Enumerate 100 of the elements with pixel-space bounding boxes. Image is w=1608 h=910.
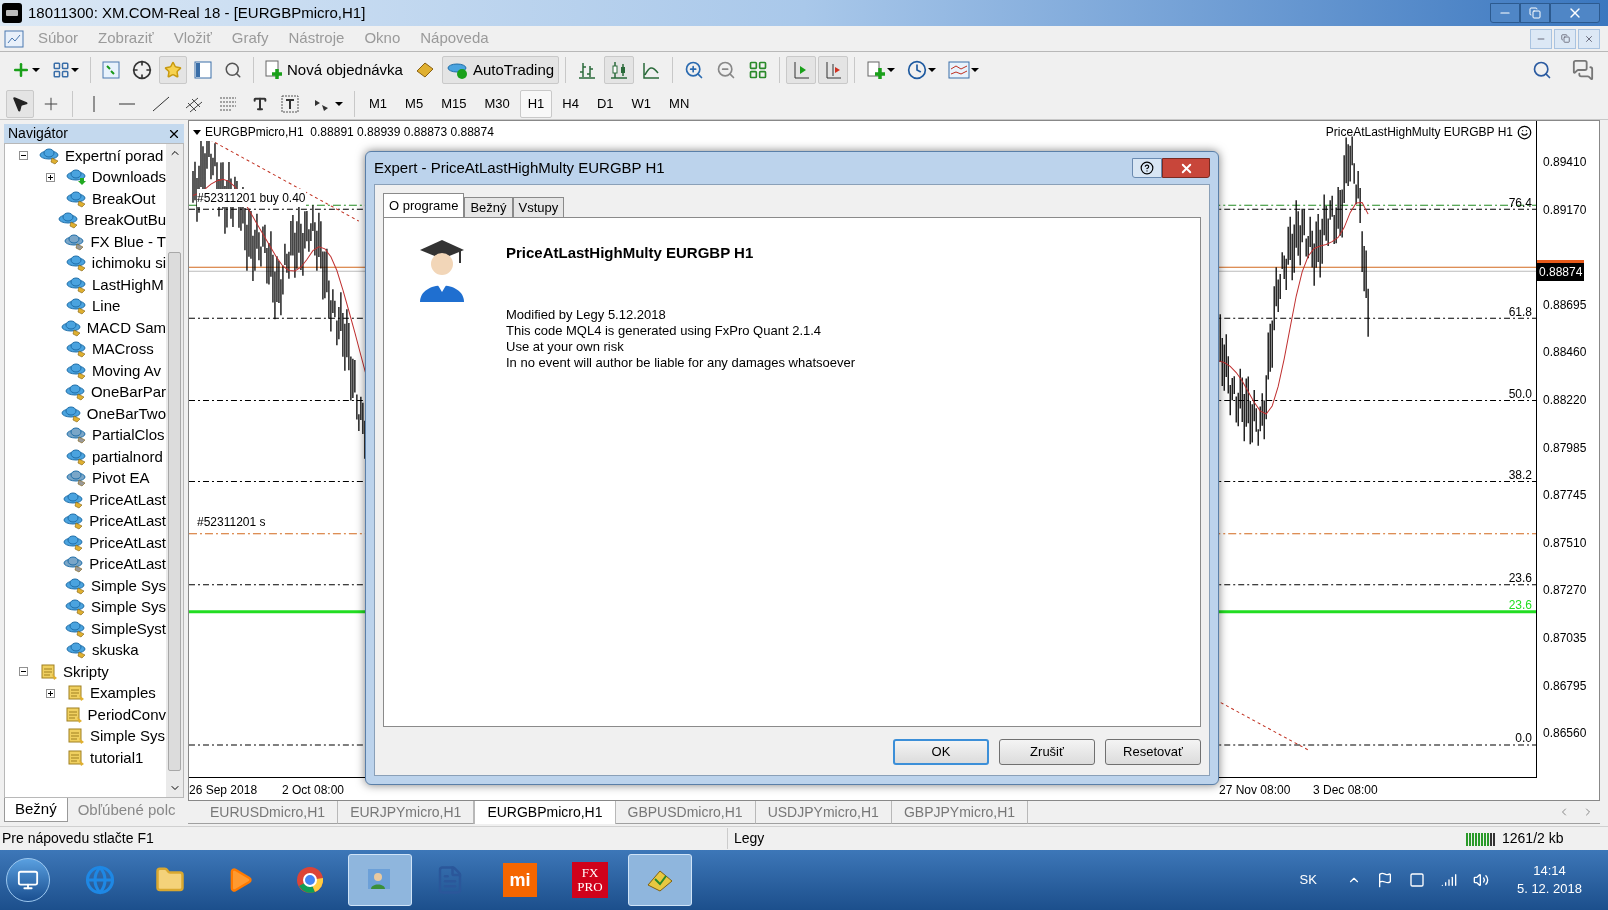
tree-item[interactable]: PeriodConv xyxy=(87,703,166,726)
taskbar-app-button[interactable]: FX PRO xyxy=(558,854,622,906)
clock-time[interactable]: 14:14 xyxy=(1533,862,1566,880)
tree-item[interactable]: ichimoku si xyxy=(91,252,166,275)
tree-item[interactable]: PriceAtLast xyxy=(89,531,166,554)
expert-heading: PriceAtLastHighMulty EURGBP H1 xyxy=(506,243,755,263)
zoom-out-icon xyxy=(716,60,737,80)
tree-item[interactable]: Examples xyxy=(90,682,156,705)
restore-button[interactable] xyxy=(1520,3,1550,23)
chart-shift-button[interactable] xyxy=(818,56,849,84)
expand-toggle[interactable] xyxy=(46,172,55,182)
time-label: 3 Dec 08:00 xyxy=(1313,782,1378,799)
tree-item[interactable]: OneBarTwo xyxy=(86,402,166,425)
tree-item[interactable]: PriceAtLast xyxy=(89,488,166,511)
tree-item[interactable]: skuska xyxy=(92,639,139,662)
chart-tab[interactable]: GBPUSDmicro,H1 xyxy=(615,801,756,824)
tree-item[interactable]: BreakOutBu xyxy=(84,209,166,232)
dialog-button[interactable]: Resetovať xyxy=(1105,739,1201,765)
tree-item[interactable]: Moving Av xyxy=(92,359,161,382)
scrollbar[interactable] xyxy=(166,144,183,797)
auto-scroll-button[interactable] xyxy=(786,56,817,84)
timeframe-button[interactable]: H4 xyxy=(554,89,587,118)
tree-item[interactable]: Simple Sys xyxy=(90,725,166,748)
timeframe-button[interactable]: M1 xyxy=(361,89,396,118)
autotrading-button[interactable]: AutoTrading xyxy=(441,56,560,84)
new-order-icon xyxy=(265,60,283,80)
periods-icon xyxy=(907,60,928,80)
chart-tab[interactable]: GBPJPYmicro,H1 xyxy=(891,801,1029,824)
tree-item[interactable]: Skripty xyxy=(63,660,109,683)
caret-icon xyxy=(32,68,40,72)
timeframe-button[interactable]: MN xyxy=(661,89,698,118)
tree-item[interactable]: PriceAtLast xyxy=(89,553,166,576)
tree-item[interactable]: SimpleSyst xyxy=(90,617,166,640)
tree-item[interactable]: Downloads xyxy=(91,166,166,189)
collapse-toggle[interactable] xyxy=(19,667,28,677)
speaker-icon[interactable] xyxy=(1472,872,1489,888)
signal-icon[interactable] xyxy=(1440,872,1457,888)
tree-item[interactable]: LastHighM xyxy=(92,273,164,296)
close-button[interactable] xyxy=(1550,3,1600,23)
dialog-tab[interactable]: Vstupy xyxy=(512,197,565,217)
tree-item[interactable]: Expertní porad xyxy=(65,144,164,167)
cursor-button[interactable] xyxy=(6,89,34,118)
collapse-toggle[interactable] xyxy=(19,151,28,161)
device-icon[interactable] xyxy=(1408,872,1425,888)
expert-hat-icon xyxy=(64,619,87,638)
cursor-icon xyxy=(11,94,29,113)
candlestick-icon xyxy=(609,60,630,80)
dialog-tab[interactable]: Bežný xyxy=(464,197,513,217)
timeframe-button[interactable]: W1 xyxy=(623,89,660,118)
mdi-restore-button[interactable] xyxy=(1554,28,1576,49)
autotrading-icon xyxy=(446,60,469,80)
tree-item[interactable]: Simple Sys xyxy=(90,596,166,619)
tree-item[interactable]: BreakOut xyxy=(92,187,156,210)
start-button[interactable] xyxy=(6,858,50,902)
tree-item[interactable]: Simple Sys xyxy=(90,574,166,597)
minimize-button[interactable] xyxy=(1490,3,1520,23)
chart-tab[interactable]: EURUSDmicro,H1 xyxy=(198,801,339,824)
profiles-icon xyxy=(52,61,70,79)
timeframe-button[interactable]: M30 xyxy=(476,89,518,118)
expand-toggle[interactable] xyxy=(46,688,55,698)
description-line: This code MQL4 is generated using FxPro Quant 2.1.4 xyxy=(506,322,823,339)
clock-date[interactable]: 5. 12. 2018 xyxy=(1516,880,1582,898)
fibonacci-level-label: 38.2 xyxy=(1508,467,1532,484)
language-indicator[interactable]: SK xyxy=(1299,870,1317,890)
mdi-minimize-button[interactable] xyxy=(1530,28,1552,49)
search-icon[interactable] xyxy=(1532,60,1552,80)
mdi-close-button[interactable] xyxy=(1578,28,1600,49)
chat-icon[interactable] xyxy=(1572,59,1594,81)
timeframe-button[interactable]: M5 xyxy=(397,89,432,118)
tree-item[interactable]: PriceAtLast xyxy=(89,510,166,533)
tree-item[interactable]: tutorial1 xyxy=(90,746,144,769)
chart-tab[interactable]: EURGBPmicro,H1 xyxy=(474,801,616,824)
price-label: 0.88220 xyxy=(1543,392,1587,409)
tree-item[interactable]: partialnord xyxy=(92,445,163,468)
dialog-button[interactable]: Zrušiť xyxy=(999,739,1095,765)
caret-icon[interactable] xyxy=(193,129,201,135)
tree-item[interactable]: FX Blue - T xyxy=(90,230,166,253)
timeframe-button[interactable]: D1 xyxy=(588,89,622,118)
navigator-tab[interactable]: Bežný xyxy=(4,798,68,822)
candlestick-button[interactable] xyxy=(604,56,635,84)
tree-item[interactable]: MACD Sam xyxy=(86,316,166,339)
timeframe-button[interactable]: H1 xyxy=(519,89,553,118)
chart-window-icon xyxy=(4,29,24,48)
help-button[interactable] xyxy=(1132,158,1162,178)
close-button[interactable] xyxy=(1162,158,1210,178)
tree-item[interactable]: Pivot EA xyxy=(92,467,150,490)
timeframe-button[interactable]: M15 xyxy=(433,89,475,118)
description-line: Use at your own risk xyxy=(506,338,625,355)
auto-scroll-icon xyxy=(791,60,812,80)
tree-item[interactable]: Line xyxy=(92,295,121,318)
tree-item[interactable]: PartialClos xyxy=(92,424,165,447)
dialog-tab[interactable]: O programe xyxy=(383,193,465,217)
terminal-icon xyxy=(194,61,212,79)
tree-item[interactable]: MACross xyxy=(92,338,154,361)
new-order-button[interactable]: Nová objednávka xyxy=(260,56,408,84)
dialog-button[interactable]: OK xyxy=(893,739,989,765)
taskbar-app-icon[interactable] xyxy=(628,854,692,906)
chart-tab[interactable]: USDJPYmicro,H1 xyxy=(755,801,892,824)
tree-item[interactable]: OneBarPar xyxy=(90,381,166,404)
action-center-flag-icon[interactable] xyxy=(1376,872,1393,888)
